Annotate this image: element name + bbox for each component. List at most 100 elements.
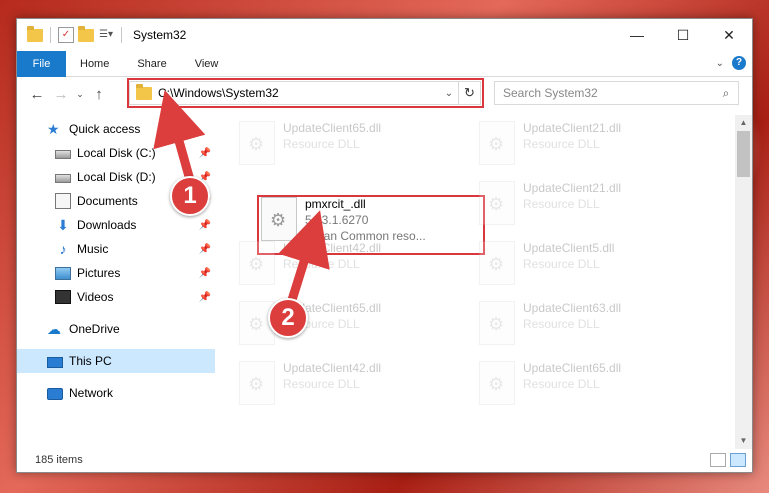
star-icon: ★	[47, 121, 60, 137]
back-arrow-icon[interactable]: ←	[25, 86, 49, 103]
nav-item-pictures[interactable]: Pictures 📌	[17, 261, 215, 285]
chevron-down-icon[interactable]: ⌄	[440, 88, 458, 99]
file-name: UpdateClient21.dll	[523, 121, 622, 135]
details-view-icon[interactable]	[710, 453, 726, 467]
search-icon[interactable]: ⌕	[714, 86, 738, 101]
address-path[interactable]: C:\Windows\System32	[158, 86, 440, 100]
cloud-icon: ☁	[47, 321, 61, 337]
pictures-icon	[55, 266, 71, 280]
properties-icon[interactable]: ✓	[58, 27, 74, 43]
refresh-icon[interactable]: ↻	[458, 82, 480, 104]
file-version: 5.13.1.6270	[305, 213, 369, 227]
nav-item-network[interactable]: Network	[17, 381, 215, 405]
ribbon-tabs: File Home Share View ⌄ ?	[17, 50, 752, 77]
folder-icon	[136, 83, 152, 100]
quick-access-toolbar: ✓ ☰▾	[27, 25, 125, 43]
vertical-scrollbar[interactable]: ▲ ▼	[735, 115, 752, 449]
close-button[interactable]: ✕	[706, 19, 752, 51]
scroll-up-icon[interactable]: ▲	[735, 115, 752, 131]
tab-view[interactable]: View	[181, 51, 233, 77]
nav-item-label: This PC	[69, 354, 112, 368]
file-explorer-window: ✓ ☰▾ System32 — ☐ ✕ File Home Share View…	[16, 18, 753, 473]
file-type: Resource DLL	[283, 257, 360, 271]
tab-share[interactable]: Share	[123, 51, 180, 77]
expand-ribbon-icon[interactable]: ⌄	[716, 58, 724, 69]
file-item[interactable]: UpdateClient5.dll Resource DLL	[479, 241, 709, 293]
file-item[interactable]: UpdateClient42.dll Resource DLL	[239, 241, 469, 293]
search-box[interactable]: Search System32 ⌕	[494, 81, 739, 105]
step-1-callout: 1	[170, 176, 210, 216]
file-item[interactable]: UpdateClient65.dll Resource DLL	[479, 361, 709, 413]
file-type: Resource DLL	[523, 377, 600, 391]
nav-item-label: Music	[77, 242, 109, 256]
search-input[interactable]: Search System32	[503, 86, 714, 100]
view-toggle	[710, 453, 746, 467]
nav-item-local-disk-c[interactable]: Local Disk (C:) 📌	[17, 141, 215, 165]
dll-file-icon	[239, 121, 275, 165]
disk-icon	[55, 174, 71, 183]
dll-file-icon	[479, 241, 515, 285]
nav-item-quick-access[interactable]: ★ Quick access	[17, 117, 215, 141]
file-type: Resource DLL	[283, 377, 360, 391]
customize-toolbar-icon[interactable]: ☰▾	[98, 27, 114, 43]
file-name: UpdateClient65.dll	[283, 121, 382, 135]
file-name: UpdateClient21.dll	[523, 181, 622, 195]
dll-file-icon	[479, 301, 515, 345]
downloads-icon: ⬇	[57, 217, 69, 233]
address-bar[interactable]: C:\Windows\System32 ⌄ ↻	[129, 81, 481, 105]
file-type: Resource DLL	[283, 137, 360, 151]
nav-item-this-pc[interactable]: This PC	[17, 349, 215, 373]
nav-item-label: Downloads	[77, 218, 137, 232]
documents-icon	[55, 193, 71, 209]
file-name: UpdateClient63.dll	[523, 301, 622, 315]
window-controls: — ☐ ✕	[614, 19, 752, 51]
dll-file-icon	[239, 241, 275, 285]
up-arrow-icon[interactable]: ↑	[87, 86, 111, 103]
forward-arrow-icon[interactable]: →	[49, 86, 73, 103]
network-icon	[47, 388, 63, 400]
nav-item-label: Quick access	[69, 122, 141, 136]
file-name: UpdateClient42.dll	[283, 361, 382, 375]
pin-icon: 📌	[198, 291, 211, 303]
help-icon[interactable]: ?	[732, 56, 746, 70]
new-folder-icon[interactable]	[78, 25, 94, 42]
file-item[interactable]: UpdateClient63.dll Resource DLL	[479, 301, 709, 353]
nav-item-label: Pictures	[77, 266, 121, 280]
tab-file[interactable]: File	[17, 50, 66, 77]
nav-item-label: Documents	[77, 194, 138, 208]
item-count: 185 items	[35, 454, 83, 466]
nav-item-onedrive[interactable]: ☁ OneDrive	[17, 317, 215, 341]
large-icons-view-icon[interactable]	[730, 453, 746, 467]
dll-file-icon	[261, 197, 297, 241]
nav-item-videos[interactable]: Videos 📌	[17, 285, 215, 309]
nav-item-downloads[interactable]: ⬇ Downloads 📌	[17, 213, 215, 237]
dll-file-icon	[479, 361, 515, 405]
maximize-button[interactable]: ☐	[660, 19, 706, 51]
folder-icon	[27, 25, 43, 42]
tab-home[interactable]: Home	[66, 51, 123, 77]
scroll-down-icon[interactable]: ▼	[735, 433, 752, 449]
file-item[interactable]: UpdateClient21.dll Resource DLL	[479, 121, 709, 173]
pin-icon: 📌	[198, 147, 211, 159]
disk-icon	[55, 150, 71, 159]
file-type: Resource DLL	[523, 197, 600, 211]
title-bar: ✓ ☰▾ System32 — ☐ ✕	[17, 19, 752, 51]
pin-icon: 📌	[198, 243, 211, 255]
scrollbar-thumb[interactable]	[737, 131, 750, 177]
music-icon: ♪	[59, 241, 67, 257]
nav-item-label: Local Disk (C:)	[77, 146, 156, 160]
minimize-button[interactable]: —	[614, 19, 660, 51]
address-row: ← → ⌄ ↑ C:\Windows\System32 ⌄ ↻ Search S…	[17, 77, 752, 111]
step-2-callout: 2	[268, 298, 308, 338]
file-item[interactable]: UpdateClient65.dll Resource DLL	[239, 121, 469, 173]
navigation-pane: ★ Quick access Local Disk (C:) 📌 Local D…	[17, 115, 217, 445]
status-bar: 185 items	[17, 448, 752, 472]
file-item[interactable]: UpdateClient42.dll Resource DLL	[239, 361, 469, 413]
file-item[interactable]: UpdateClient21.dll Resource DLL	[479, 181, 709, 233]
window-title: System32	[133, 28, 187, 42]
recent-locations-icon[interactable]: ⌄	[73, 89, 87, 100]
file-name: pmxrcit_.dll	[305, 197, 366, 211]
pin-icon: 📌	[198, 219, 211, 231]
ribbon-right: ⌄ ?	[716, 56, 746, 70]
nav-item-music[interactable]: ♪ Music 📌	[17, 237, 215, 261]
